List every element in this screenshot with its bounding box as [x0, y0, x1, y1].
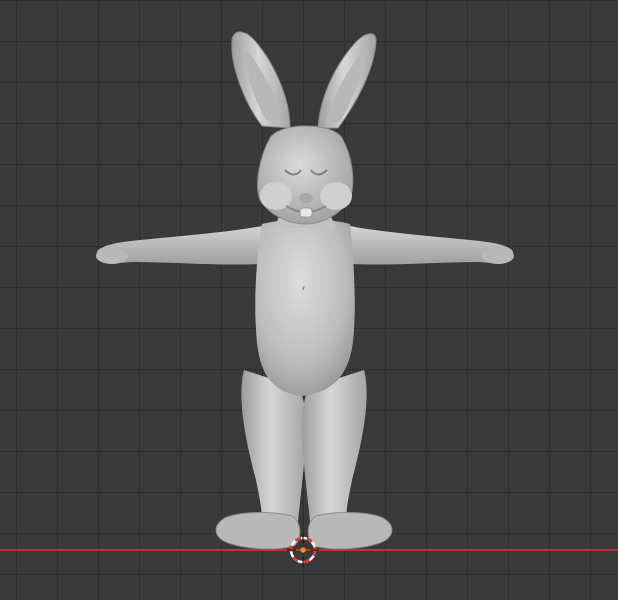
left-ear: [231, 31, 291, 129]
right-ear: [317, 33, 377, 129]
torso: [255, 219, 355, 396]
3d-viewport[interactable]: [0, 0, 618, 600]
rabbit-model[interactable]: [0, 0, 618, 600]
left-arm: [96, 226, 263, 265]
right-foot: [307, 512, 393, 550]
3d-cursor-icon[interactable]: [287, 534, 319, 566]
right-arm: [350, 226, 514, 265]
head: [257, 125, 354, 225]
